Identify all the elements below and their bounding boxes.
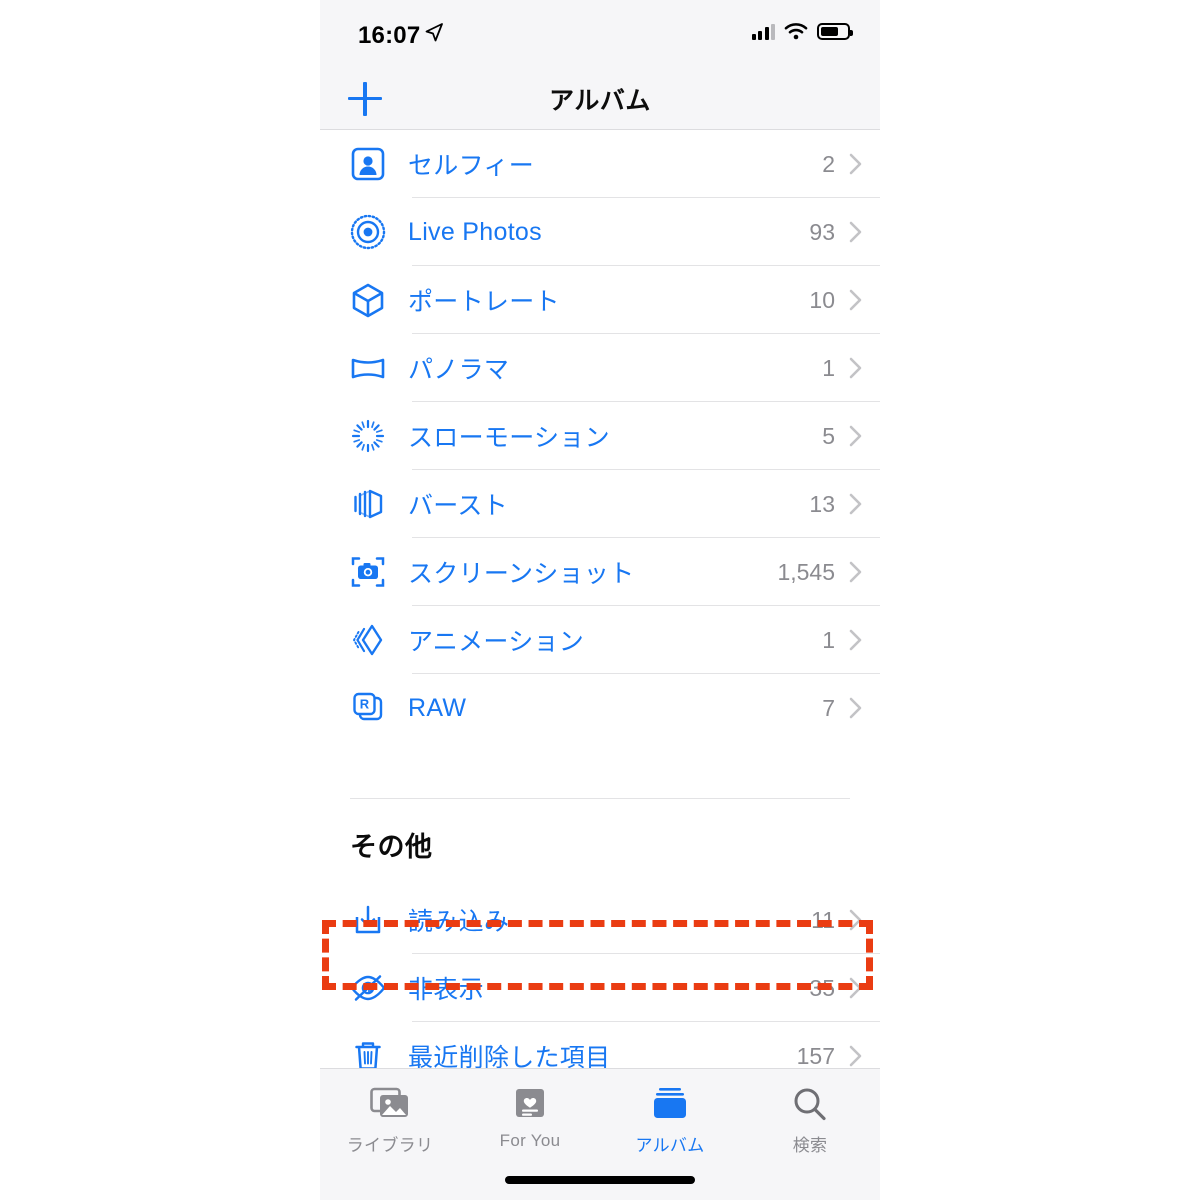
section-header-other: その他 [350,832,433,862]
album-row-live-photos[interactable]: Live Photos 93 [320,198,880,266]
chevron-right-icon [849,1045,862,1067]
tab-label: アルバム [635,1136,705,1155]
album-row-burst[interactable]: バースト 13 [320,470,880,538]
chevron-right-icon [849,153,862,175]
page-title: アルバム [549,86,651,115]
portrait-icon [344,276,392,324]
eye-slash-icon [344,964,392,1012]
album-label: セルフィー [408,152,535,180]
status-indicators [751,22,853,40]
album-label: RAW [408,693,467,722]
album-label: ポートレート [408,288,560,316]
other-section-list: 読み込み 11 非表示 35 最近削除した項目 157 [320,886,880,1090]
live-photos-icon [344,208,392,256]
album-row-raw[interactable]: R RAW 7 [320,674,880,742]
screenshot-canvas: 16:07 アルバム セルフィー 2 Live Photos 93 ポートレート… [0,0,1200,1200]
album-row-screenshots[interactable]: スクリーンショット 1,545 [320,538,880,606]
album-count: 11 [811,906,835,933]
chevron-right-icon [849,977,862,999]
album-label: バースト [408,492,508,520]
chevron-right-icon [849,289,862,311]
album-label: アニメーション [408,628,585,656]
chevron-right-icon [849,493,862,515]
chevron-right-icon [849,629,862,651]
tab-label: For You [499,1131,561,1150]
album-row-imports[interactable]: 読み込み 11 [320,886,880,954]
panorama-icon [344,344,392,392]
media-types-list: セルフィー 2 Live Photos 93 ポートレート 10 パノラマ 1 … [320,130,880,742]
album-count: 1,545 [777,558,835,585]
album-count: 5 [822,422,835,449]
raw-icon: R [344,684,392,732]
album-label: 非表示 [408,976,484,1004]
tab-for-you[interactable]: For You [460,1069,600,1151]
wifi-icon [784,23,808,40]
album-row-hidden[interactable]: 非表示 35 [320,954,880,1022]
album-count: 1 [822,354,835,381]
svg-text:R: R [360,696,370,711]
tab-albums[interactable]: アルバム [600,1069,740,1156]
album-row-slow-motion[interactable]: スローモーション 5 [320,402,880,470]
slow-motion-icon [344,412,392,460]
battery-icon [817,22,853,40]
section-gap [320,742,880,798]
navigation-bar: アルバム [320,68,880,130]
chevron-right-icon [849,357,862,379]
albums-icon [650,1083,690,1125]
chevron-right-icon [849,697,862,719]
album-count: 1 [822,626,835,653]
album-label: スクリーンショット [408,560,635,588]
iphone-screen: 16:07 アルバム セルフィー 2 Live Photos 93 ポートレート… [320,0,880,1200]
album-row-selfies[interactable]: セルフィー 2 [320,130,880,198]
tab-library[interactable]: ライブラリ [320,1069,460,1156]
location-arrow-icon [425,23,443,42]
tab-label: 検索 [792,1136,828,1155]
chevron-right-icon [849,425,862,447]
cellular-signal-icon [751,22,775,40]
album-row-panorama[interactable]: パノラマ 1 [320,334,880,402]
tab-search[interactable]: 検索 [740,1069,880,1156]
import-icon [344,896,392,944]
photos-library-icon [370,1083,410,1125]
tab-label: ライブラリ [346,1136,434,1155]
chevron-right-icon [849,221,862,243]
album-label: 読み込み [408,908,510,936]
album-count: 10 [809,286,835,313]
for-you-icon [512,1083,548,1125]
search-icon [791,1083,829,1125]
chevron-right-icon [849,561,862,583]
status-time: 16:07 [358,22,421,49]
album-row-animated[interactable]: アニメーション 1 [320,606,880,674]
album-count: 93 [809,218,835,245]
album-row-portrait[interactable]: ポートレート 10 [320,266,880,334]
animation-icon [344,616,392,664]
album-label: スローモーション [408,424,610,452]
home-indicator [505,1176,695,1184]
status-bar: 16:07 [320,0,880,68]
album-count: 2 [822,150,835,177]
tab-bar: ライブラリ For You アルバム 検索 [320,1068,880,1200]
burst-icon [344,480,392,528]
plus-icon[interactable] [348,81,382,116]
album-label: パノラマ [408,356,510,384]
album-label: Live Photos [408,217,542,246]
chevron-right-icon [849,909,862,931]
album-count: 13 [809,490,835,517]
album-count: 35 [809,974,835,1001]
screenshot-icon [344,548,392,596]
selfie-icon [344,140,392,188]
album-count: 157 [796,1042,835,1069]
album-count: 7 [822,694,835,721]
